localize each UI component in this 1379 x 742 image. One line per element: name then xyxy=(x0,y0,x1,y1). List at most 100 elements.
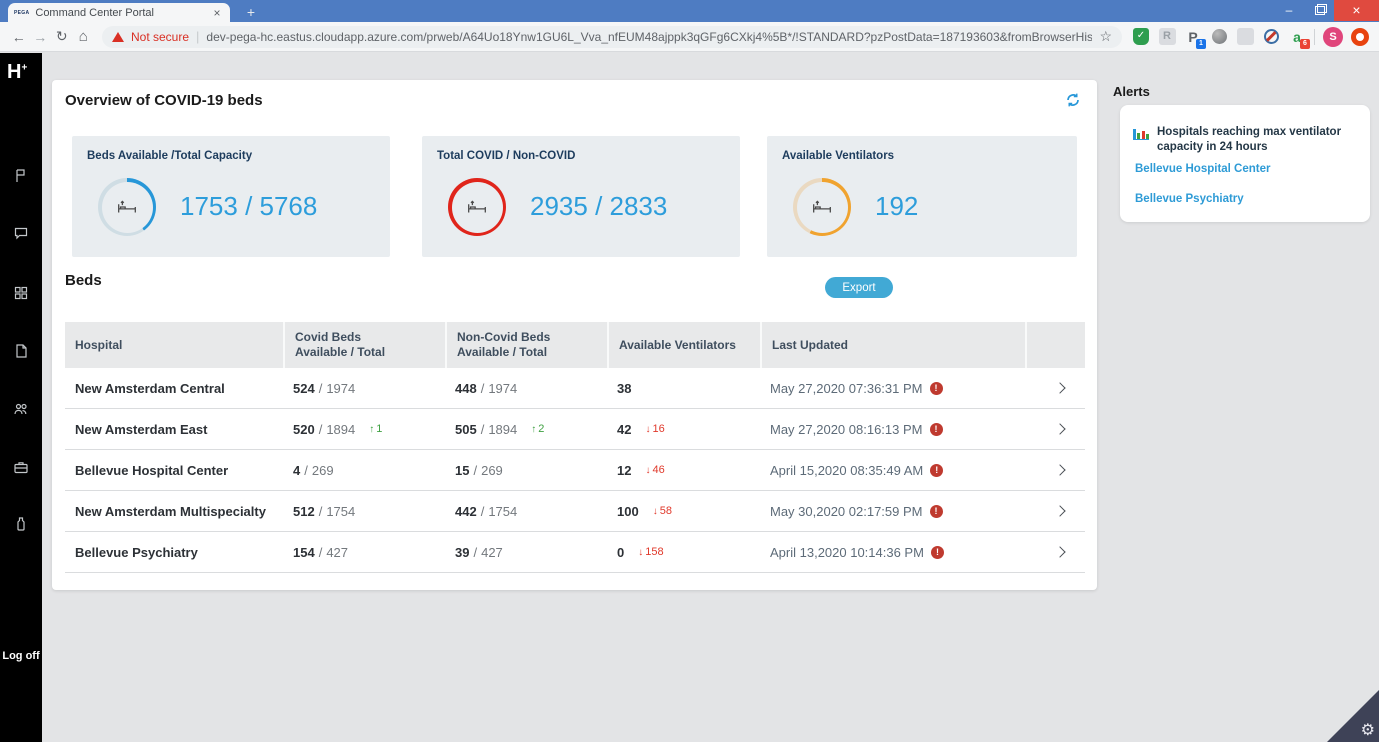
browser-window: PEGA Command Center Portal Not secure de… xyxy=(0,0,1379,742)
table-row[interactable]: New Amsterdam Central 524/1974 448/1974 38 M… xyxy=(65,368,1085,409)
log-off-button[interactable]: Log off xyxy=(0,650,42,662)
row-action-cell xyxy=(1025,423,1085,435)
total-value: 1894 xyxy=(326,421,356,437)
ratio-separator: / xyxy=(304,462,308,478)
last-updated-cell: May 27,2020 07:36:31 PM xyxy=(760,381,1025,396)
ventilators-cell: 38 xyxy=(607,381,760,396)
team-icon[interactable] xyxy=(13,401,29,417)
bookmark-star-icon[interactable] xyxy=(1099,28,1112,45)
available-value: 39 xyxy=(455,544,470,560)
not-secure-label[interactable]: Not secure xyxy=(131,30,189,44)
hospital-cell: New Amsterdam East xyxy=(65,422,283,437)
column-header: Hospital xyxy=(65,322,283,368)
table-row[interactable]: New Amsterdam East520/18941505/189424216… xyxy=(65,409,1085,450)
chat-icon[interactable] xyxy=(13,225,29,241)
metric-label: Beds Available /Total Capacity xyxy=(87,150,253,162)
ratio-separator: / xyxy=(318,544,323,560)
alert-link-bellevue-psychiatry[interactable]: Bellevue Psychiatry xyxy=(1135,193,1244,205)
chevron-right-icon[interactable] xyxy=(1054,505,1066,517)
chevron-right-icon[interactable] xyxy=(1054,382,1066,394)
overview-panel: Overview of COVID-19 beds Beds Available… xyxy=(52,80,1097,590)
a-extension-icon[interactable]: a 6 xyxy=(1288,28,1310,49)
toolbar-divider xyxy=(1314,28,1315,45)
metric-value: 2935 / 2833 xyxy=(530,191,668,221)
pega-extension-icon[interactable]: P 1 xyxy=(1184,28,1206,49)
refresh-icon[interactable] xyxy=(1063,90,1083,110)
ratio-separator: / xyxy=(473,544,478,560)
delta-value: 46 xyxy=(652,464,665,476)
available-value: 448 xyxy=(455,380,477,396)
available-value: 512 xyxy=(293,503,315,519)
shield-extension-icon[interactable] xyxy=(1132,28,1150,46)
extension-icons: R P 1 a 6 S xyxy=(1132,26,1379,49)
browser-menu-icon[interactable] xyxy=(1351,27,1369,46)
close-button[interactable] xyxy=(1334,0,1379,21)
extension-badge: 6 xyxy=(1300,38,1310,49)
delta-down-indicator: 46 xyxy=(645,464,664,476)
beds-ratio-cell: 15/269 xyxy=(445,463,607,478)
new-tab-button[interactable] xyxy=(238,5,264,20)
omnibox-divider xyxy=(196,29,199,44)
ventilators-value: 0 xyxy=(617,544,625,560)
metric-card-covid: Total COVID / Non-COVID 2935 / 2833 xyxy=(422,136,740,257)
export-button[interactable]: Export xyxy=(825,277,893,298)
address-bar[interactable]: Not secure dev-pega-hc.eastus.cloudapp.a… xyxy=(102,25,1122,48)
beds-ratio-cell: 524/1974 xyxy=(283,381,445,396)
hospital-cell: Bellevue Hospital Center xyxy=(65,463,283,478)
alert-warning-icon xyxy=(930,545,944,559)
chevron-right-icon[interactable] xyxy=(1054,546,1066,558)
tab-close-icon[interactable] xyxy=(210,6,224,20)
delta-down-indicator: 58 xyxy=(653,505,672,517)
forward-icon[interactable] xyxy=(30,29,52,45)
briefcase-icon[interactable] xyxy=(13,459,29,475)
column-header xyxy=(1025,322,1085,368)
gear-icon[interactable] xyxy=(1361,720,1375,740)
ratio-separator: / xyxy=(480,503,485,519)
last-updated-cell: April 15,2020 08:35:49 AM xyxy=(760,463,1025,478)
delta-down-indicator: 16 xyxy=(645,423,664,435)
sphere-extension-icon[interactable] xyxy=(1210,28,1228,46)
delta-value: 58 xyxy=(659,505,672,517)
beds-table: Hospital Covid Beds Available / Total Non-C… xyxy=(65,322,1085,573)
column-header-line: Hospital xyxy=(75,337,123,352)
table-row[interactable]: Bellevue Psychiatry154/42739/4270158Apri… xyxy=(65,532,1085,573)
back-icon[interactable] xyxy=(8,29,30,45)
reload-icon[interactable] xyxy=(51,28,73,45)
profile-avatar[interactable]: S xyxy=(1323,26,1343,47)
bar-chart-icon xyxy=(1133,127,1149,140)
chevron-right-icon[interactable] xyxy=(1054,464,1066,476)
ventilators-cell: 0 158 xyxy=(607,545,760,560)
table-header-row: Hospital Covid Beds Available / Total Non-C… xyxy=(65,322,1085,368)
flag-icon[interactable] xyxy=(13,168,29,184)
total-value: 269 xyxy=(481,462,503,478)
ventilators-value: 38 xyxy=(617,380,632,396)
bed-icon xyxy=(813,200,831,213)
beds-ratio-cell: 442/1754 xyxy=(445,504,607,519)
url-text[interactable]: dev-pega-hc.eastus.cloudapp.azure.com/pr… xyxy=(206,30,1092,44)
table-row[interactable]: New Amsterdam Multispecialty 512/1754 442/… xyxy=(65,491,1085,532)
total-value: 269 xyxy=(311,462,334,478)
hospital-cell: New Amsterdam Multispecialty xyxy=(65,504,283,519)
delta-value: 2 xyxy=(538,423,545,435)
flask-icon[interactable] xyxy=(13,516,29,532)
alert-link-bellevue-hospital-center[interactable]: Bellevue Hospital Center xyxy=(1135,163,1270,175)
home-icon[interactable] xyxy=(73,28,95,45)
apps-grid-icon[interactable] xyxy=(13,285,29,301)
restore-button[interactable] xyxy=(1304,0,1334,21)
blocker-extension-icon[interactable] xyxy=(1262,28,1280,46)
browser-tab[interactable]: PEGA Command Center Portal xyxy=(8,3,230,22)
delta-value: 1 xyxy=(376,423,383,435)
hospital-name: Bellevue Psychiatry xyxy=(75,544,198,560)
column-header: Last Updated xyxy=(760,322,1025,368)
hospital-cell: New Amsterdam Central xyxy=(65,381,283,396)
extension-badge: 1 xyxy=(1196,38,1206,49)
table-row[interactable]: Bellevue Hospital Center4/26915/2691246A… xyxy=(65,450,1085,491)
minimize-button[interactable] xyxy=(1274,0,1304,21)
browser-toolbar: Not secure dev-pega-hc.eastus.cloudapp.a… xyxy=(0,22,1379,52)
gray-extension-icon[interactable] xyxy=(1236,28,1254,46)
alert-heading: Hospitals reaching max ventilator capaci… xyxy=(1157,126,1342,153)
document-icon[interactable] xyxy=(13,343,29,359)
r-extension-icon[interactable]: R xyxy=(1158,28,1176,46)
ratio-separator: / xyxy=(318,503,323,519)
chevron-right-icon[interactable] xyxy=(1054,423,1066,435)
